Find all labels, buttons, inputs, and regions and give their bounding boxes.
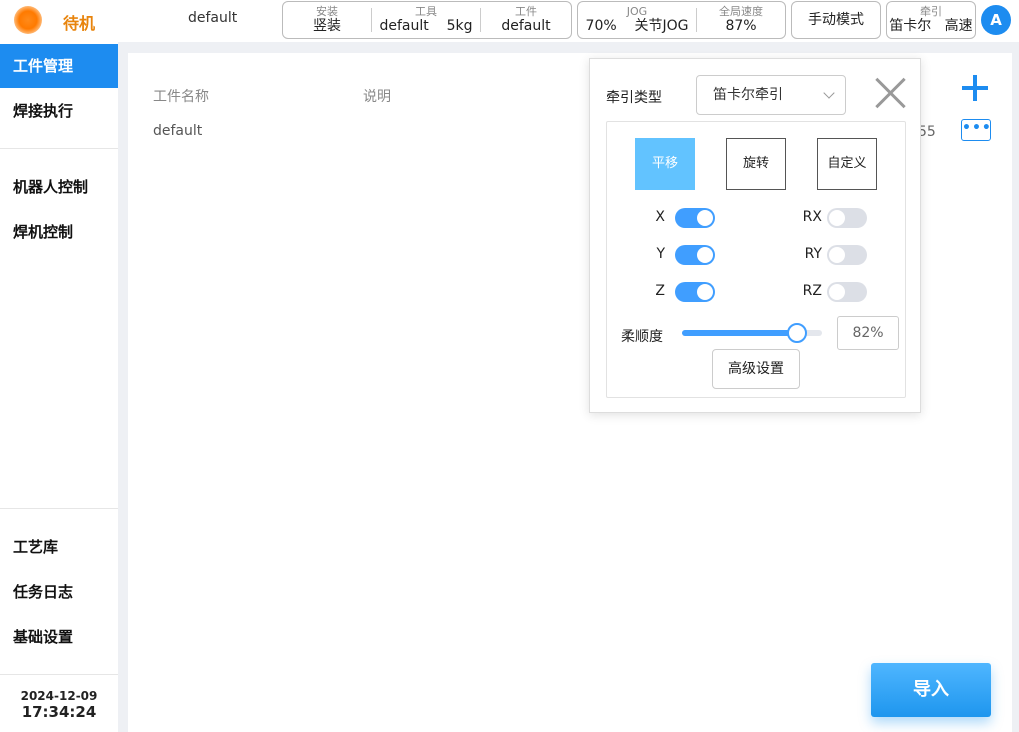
toggle-knob xyxy=(829,210,845,226)
workpiece-label: 工件 xyxy=(515,5,537,18)
axis-label-ry: RY xyxy=(804,246,822,262)
divider xyxy=(0,508,118,509)
sidebar-item-process-library[interactable]: 工艺库 xyxy=(0,525,118,569)
advanced-settings-button[interactable]: 高级设置 xyxy=(712,349,800,389)
traction-type-label: 牵引类型 xyxy=(606,90,662,106)
jog-mode: 关节JOG xyxy=(634,18,689,34)
traction-popup: 牵引类型 笛卡尔牵引 平移 旋转 自定义 X Y Z RX RY RZ 柔顺度 … xyxy=(589,58,921,413)
logo-icon xyxy=(14,6,42,34)
toggle-knob xyxy=(829,284,845,300)
tool-name: default xyxy=(379,18,429,34)
axis-toggle-rx[interactable] xyxy=(827,208,867,228)
compliance-label: 柔顺度 xyxy=(621,329,663,345)
axis-label-z: Z xyxy=(655,283,665,299)
jog-cell[interactable]: JOG 70% 关节JOG xyxy=(578,2,696,38)
jog-percent: 70% xyxy=(585,18,617,34)
current-time: 17:34:24 xyxy=(21,703,97,721)
avatar[interactable]: A xyxy=(981,5,1011,35)
current-date: 2024-12-09 xyxy=(20,689,98,703)
add-icon[interactable] xyxy=(962,75,988,101)
axis-label-rz: RZ xyxy=(802,283,822,299)
traction-value: 笛卡尔 高速 xyxy=(887,18,975,35)
axis-label-y: Y xyxy=(656,246,665,262)
mode-translate-button[interactable]: 平移 xyxy=(635,138,695,190)
axis-toggle-rz[interactable] xyxy=(827,282,867,302)
axis-toggle-x[interactable] xyxy=(675,208,715,228)
traction-type: 笛卡尔 xyxy=(889,18,932,34)
top-bar: 待机 default 安装 竖装 工具 default 5kg 工件 defau… xyxy=(0,0,1019,42)
close-icon[interactable] xyxy=(874,77,906,109)
sidebar-item-task-log[interactable]: 任务日志 xyxy=(0,570,118,614)
traction-label: 牵引 xyxy=(920,5,942,18)
traction-type-select[interactable]: 笛卡尔牵引 xyxy=(696,75,846,115)
sidebar-item-welder-control[interactable]: 焊机控制 xyxy=(0,210,118,254)
compliance-value[interactable]: 82% xyxy=(837,316,899,350)
global-speed-cell[interactable]: 全局速度 87% xyxy=(697,2,785,38)
traction-cell[interactable]: 牵引 笛卡尔 高速 xyxy=(886,1,976,39)
toggle-knob xyxy=(829,247,845,263)
project-name[interactable]: default xyxy=(188,10,237,26)
import-button[interactable]: 导入 xyxy=(871,663,991,717)
mode-rotate-button[interactable]: 旋转 xyxy=(726,138,786,190)
global-speed-value: 87% xyxy=(725,18,757,34)
more-options-icon[interactable]: ••• xyxy=(961,119,991,141)
axis-label-rx: RX xyxy=(802,209,822,225)
jog-value: 70% 关节JOG xyxy=(578,18,696,35)
robot-status: 待机 xyxy=(63,14,96,33)
install-cell[interactable]: 安装 竖装 xyxy=(283,2,371,38)
slider-fill xyxy=(682,330,797,336)
traction-inner: 牵引 笛卡尔 高速 xyxy=(887,2,975,38)
toggle-knob xyxy=(697,210,713,226)
toggle-knob xyxy=(697,247,713,263)
mode-custom-button[interactable]: 自定义 xyxy=(817,138,877,190)
workpiece-value: default xyxy=(501,18,551,34)
sidebar-item-robot-control[interactable]: 机器人控制 xyxy=(0,165,118,209)
axis-toggle-ry[interactable] xyxy=(827,245,867,265)
table-row[interactable]: default xyxy=(153,123,202,139)
workpiece-cell[interactable]: 工件 default xyxy=(481,2,571,38)
axis-label-x: X xyxy=(655,209,665,225)
install-label: 安装 xyxy=(316,5,338,18)
tool-cell[interactable]: 工具 default 5kg xyxy=(372,2,480,38)
column-header-name: 工件名称 xyxy=(153,89,209,105)
traction-type-value: 笛卡尔牵引 xyxy=(713,87,783,103)
sidebar-item-workpiece-management[interactable]: 工件管理 xyxy=(0,44,118,88)
sidebar-item-basic-settings[interactable]: 基础设置 xyxy=(0,615,118,659)
speed-group[interactable]: JOG 70% 关节JOG 全局速度 87% xyxy=(577,1,786,39)
column-header-description: 说明 xyxy=(363,89,391,105)
toggle-knob xyxy=(697,284,713,300)
chevron-down-icon xyxy=(823,87,835,99)
config-group[interactable]: 安装 竖装 工具 default 5kg 工件 default xyxy=(282,1,572,39)
manual-mode-button[interactable]: 手动模式 xyxy=(791,1,881,39)
divider xyxy=(0,148,118,149)
install-value: 竖装 xyxy=(313,18,341,34)
divider xyxy=(0,674,118,675)
global-speed-label: 全局速度 xyxy=(719,5,763,18)
jog-label: JOG xyxy=(626,5,648,18)
axis-toggle-y[interactable] xyxy=(675,245,715,265)
traction-speed: 高速 xyxy=(944,18,973,34)
slider-handle[interactable] xyxy=(786,323,807,343)
compliance-slider[interactable] xyxy=(682,323,822,343)
tool-value: default 5kg xyxy=(372,18,480,35)
tool-weight: 5kg xyxy=(446,18,473,34)
sidebar: 工件管理 焊接执行 机器人控制 焊机控制 工艺库 任务日志 基础设置 2024-… xyxy=(0,42,118,732)
sidebar-item-welding-execution[interactable]: 焊接执行 xyxy=(0,89,118,133)
traction-settings-panel: 平移 旋转 自定义 X Y Z RX RY RZ 柔顺度 82% 高级设置 xyxy=(606,121,906,398)
axis-toggle-z[interactable] xyxy=(675,282,715,302)
tool-label: 工具 xyxy=(415,5,437,18)
